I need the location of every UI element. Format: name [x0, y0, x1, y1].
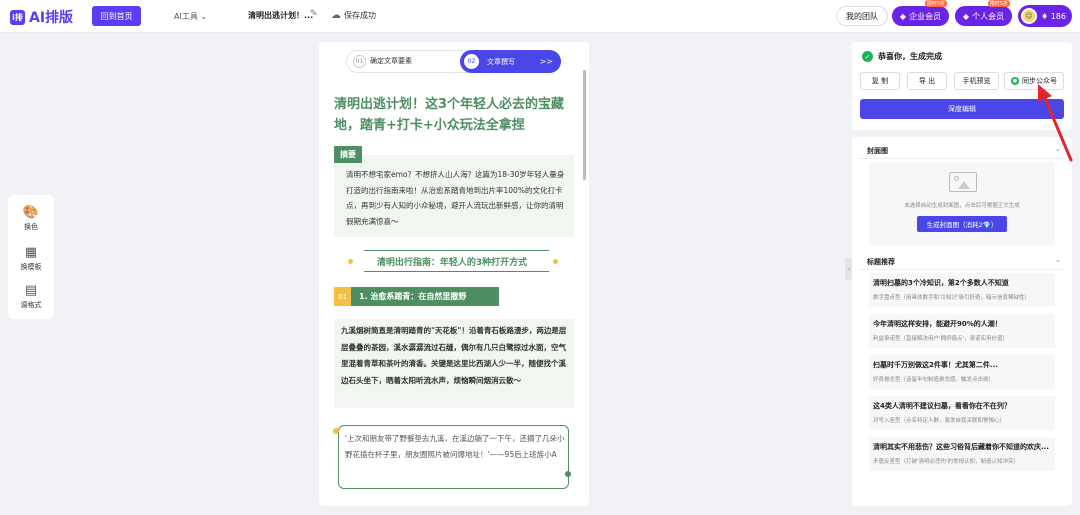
title-suggestion[interactable]: 清明其实不用悲伤？这些习俗背后藏着你不知道的欢庆... 矛盾反差型（打破'清明必… — [869, 437, 1055, 471]
subsection-number: 01 — [334, 287, 351, 306]
my-team-button[interactable]: 我的团队 — [836, 6, 888, 26]
titles-section-header[interactable]: 标题推荐 ⌄ — [859, 254, 1065, 270]
tool-label: 调格式 — [20, 301, 42, 309]
mobile-preview-button[interactable]: 手机预览 — [954, 72, 999, 90]
cover-hint: 未选择自动生成封面图，点击后可根据正文生成 — [904, 203, 1020, 209]
step-1[interactable]: 01 确定文章要素 — [353, 55, 412, 68]
image-placeholder-icon — [949, 172, 977, 192]
suggestion-type: 利益承诺型（直接解决用户'拥挤痛点'，承诺实用价值） — [873, 336, 1009, 342]
annotation-arrow-icon — [1038, 84, 1073, 162]
title-suggestion[interactable]: 今年清明这样安排，能避开90%的人潮！ 利益承诺型（直接解决用户'拥挤痛点'，承… — [869, 314, 1055, 348]
article-editor[interactable]: 01 确定文章要素 02 文章撰写 >> 清明出逃计划！这3个年轻人必去的宝藏地，… — [319, 42, 589, 506]
suggestion-title: 清明其实不用悲伤？这些习俗背后藏着你不知道的欢庆... — [873, 443, 1049, 451]
save-status-label: 保存成功 — [344, 11, 376, 20]
user-menu[interactable]: ☺ ♦ 186 — [1018, 5, 1072, 27]
titles-header-label: 标题推荐 — [867, 258, 895, 266]
save-status: ☁ 保存成功 — [331, 10, 376, 21]
title-suggestion[interactable]: 清明扫墓的3个冷知识，第2个多数人不知道 数字盘点型（用具体数字和'冷知识'吸引… — [869, 273, 1055, 307]
tool-label: 换色 — [24, 223, 38, 231]
logo-icon: i排 — [10, 9, 25, 25]
suggestion-type: 对号入座型（点名特定人群，激发自我关联和警惕心） — [873, 418, 1006, 424]
step-progress: 01 确定文章要素 02 文章撰写 >> — [346, 50, 561, 73]
suggestion-title: 清明扫墓的3个冷知识，第2个多数人不知道 — [873, 279, 1009, 287]
tool-change-color[interactable]: 🎨 换色 — [8, 205, 54, 232]
tool-change-template[interactable]: ▦ 换模板 — [8, 245, 54, 272]
section-divider — [364, 250, 549, 251]
section-dot — [553, 259, 558, 264]
body-text[interactable]: 九溪烟树简直是清明踏青的"天花板"！沿着青石板路漫步，两边是层层叠叠的茶园，溪水… — [341, 323, 569, 389]
enterprise-vip-label: 企业会员 — [909, 11, 942, 21]
quote-dot — [565, 471, 571, 477]
discount-badge: 限时5折 — [987, 0, 1010, 7]
logo-text: AI排版 — [29, 10, 74, 26]
export-button[interactable]: 导 出 — [907, 72, 947, 90]
summary-text[interactable]: 清明不想宅家emo？不想挤人山人海？这篇为18-30岁年轻人量身打造的出行指南来… — [346, 167, 566, 229]
app-logo[interactable]: i排 AI排版 — [10, 7, 73, 27]
diamond-icon: ◆ — [962, 11, 970, 21]
personal-vip-label: 个人会员 — [972, 11, 1005, 21]
side-panel: 封面图 ⌄ 未选择自动生成封面图，点击后可根据正文生成 生成封面图（消耗2💎） … — [852, 137, 1072, 506]
template-icon: ▦ — [24, 245, 38, 260]
double-chevron-icon: >> — [539, 57, 553, 66]
cloud-check-icon: ☁ — [331, 10, 341, 21]
step-label: 确定文章要素 — [370, 57, 412, 65]
step-2-active[interactable]: 02 文章撰写 >> — [460, 50, 561, 73]
chevron-down-icon: ⌄ — [200, 12, 208, 21]
section-divider — [364, 271, 549, 272]
suggestion-type: 矛盾反差型（打破'清明必悲伤'的常规认知，制造认知冲突） — [873, 459, 1020, 465]
copy-button[interactable]: 复 制 — [860, 72, 900, 90]
suggestion-title: 扫墓时千万别做这2件事！尤其第二件... — [873, 361, 998, 369]
check-circle-icon: ✓ — [862, 51, 873, 62]
ai-tools-label: AI工具 — [174, 12, 198, 21]
credits-count: ♦ 186 — [1041, 11, 1066, 21]
step-number: 01 — [353, 55, 366, 68]
scrollbar[interactable] — [583, 70, 586, 180]
enterprise-vip-button[interactable]: ◆ 企业会员 限时5折 — [892, 0, 949, 26]
generation-complete: ✓ 恭喜你，生成完成 — [862, 51, 942, 62]
cover-header-label: 封面图 — [867, 147, 888, 155]
discount-badge: 限时5折 — [924, 0, 947, 7]
doc-title[interactable]: 清明出逃计划！... — [248, 10, 313, 21]
step-number: 02 — [464, 54, 479, 69]
diamond-icon: ◆ — [899, 11, 907, 21]
complete-label: 恭喜你，生成完成 — [878, 52, 942, 61]
home-button[interactable]: 回到首页 — [92, 6, 141, 26]
quote-dot — [333, 428, 339, 434]
tool-label: 换模板 — [20, 263, 42, 271]
personal-vip-button[interactable]: ◆ 个人会员 限时5折 — [955, 0, 1012, 26]
suggestion-type: 好奇悬念型（话留半句制造悬念感，触发点击欲） — [873, 377, 995, 383]
wechat-icon: ● — [1011, 77, 1019, 85]
subsection-title[interactable]: 1. 治愈系踏青：在自然里撒野 — [351, 287, 499, 306]
suggestion-type: 数字盘点型（用具体数字和'冷知识'吸引好奇，暗示信息稀缺性） — [873, 295, 1031, 301]
summary-tag: 摘要 — [334, 146, 362, 163]
tool-adjust-format[interactable]: ▤ 调格式 — [8, 283, 54, 310]
top-bar: i排 AI排版 回到首页 AI工具 ⌄ 清明出逃计划！... ✎ ☁ 保存成功 我… — [0, 0, 1080, 33]
suggestion-title: 今年清明这样安排，能避开90%的人潮！ — [873, 320, 1002, 328]
ai-tools-menu[interactable]: AI工具 ⌄ — [174, 11, 207, 22]
title-suggestion[interactable]: 扫墓时千万别做这2件事！尤其第二件... 好奇悬念型（话留半句制造悬念感，触发点… — [869, 355, 1055, 389]
generate-cover-button[interactable]: 生成封面图（消耗2💎） — [917, 216, 1007, 232]
palette-icon: 🎨 — [22, 205, 40, 220]
quote-text[interactable]: '上次和朋友带了野餐垫去九溪，在溪边躺了一下午，还摘了几朵小野花插在杯子里，朋友… — [345, 431, 565, 463]
title-suggestion[interactable]: 这4类人清明不建议扫墓，看看你在不在列？ 对号入座型（点名特定人群，激发自我关联… — [869, 396, 1055, 430]
format-icon: ▤ — [24, 283, 38, 298]
chevron-down-icon[interactable]: ⌄ — [1055, 256, 1061, 264]
avatar: ☺ — [1021, 8, 1037, 24]
article-title[interactable]: 清明出逃计划！这3个年轻人必去的宝藏地，踏青+打卡+小众玩法全拿捏 — [334, 94, 574, 136]
step-label: 文章撰写 — [487, 57, 515, 66]
cover-image-area[interactable]: 未选择自动生成封面图，点击后可根据正文生成 生成封面图（消耗2💎） — [869, 162, 1055, 245]
section-title[interactable]: 清明出行指南：年轻人的3种打开方式 — [352, 255, 552, 268]
left-tool-panel: 🎨 换色 ▦ 换模板 ▤ 调格式 — [8, 195, 54, 319]
suggestion-title: 这4类人清明不建议扫墓，看看你在不在列？ — [873, 402, 1011, 410]
edit-icon[interactable]: ✎ — [310, 9, 318, 19]
